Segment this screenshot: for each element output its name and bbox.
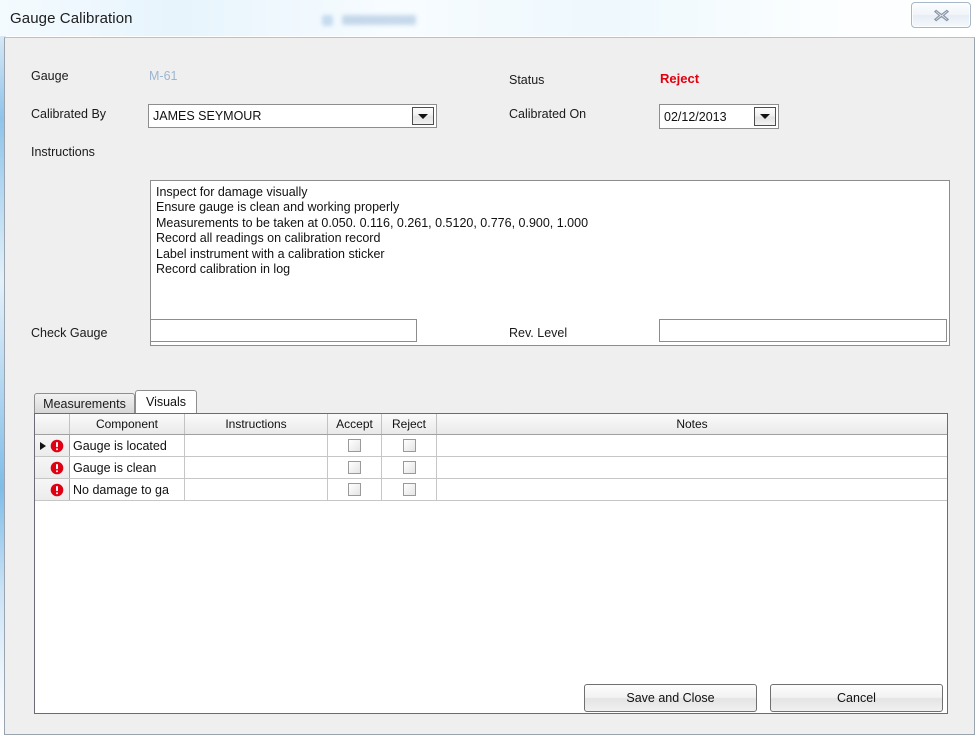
- tab-strip: Measurements Visuals: [34, 390, 948, 413]
- tab-measurements[interactable]: Measurements: [34, 393, 135, 413]
- grid-header-notes[interactable]: Notes: [437, 414, 947, 434]
- cell-reject[interactable]: [382, 479, 437, 500]
- error-icon: [50, 439, 64, 452]
- cell-notes[interactable]: [437, 435, 947, 456]
- cancel-label: Cancel: [837, 691, 876, 705]
- cell-component[interactable]: Gauge is clean: [70, 457, 185, 478]
- accept-checkbox[interactable]: [348, 439, 361, 452]
- cell-reject[interactable]: [382, 435, 437, 456]
- cell-reject[interactable]: [382, 457, 437, 478]
- cell-accept[interactable]: [328, 457, 382, 478]
- error-icon: [50, 461, 64, 474]
- row-selector-cell[interactable]: [35, 479, 70, 500]
- gauge-value: M-61: [149, 69, 178, 83]
- table-row[interactable]: No damage to ga: [35, 479, 947, 501]
- cell-instructions[interactable]: [185, 479, 328, 500]
- current-row-caret-icon: [40, 441, 46, 450]
- close-button[interactable]: [911, 2, 971, 28]
- calibrated-by-value: JAMES SEYMOUR: [153, 109, 262, 123]
- tab-visuals[interactable]: Visuals: [135, 390, 197, 413]
- accept-checkbox[interactable]: [348, 461, 361, 474]
- cell-component[interactable]: Gauge is located: [70, 435, 185, 456]
- gauge-label: Gauge: [31, 69, 69, 83]
- instructions-label: Instructions: [31, 145, 95, 159]
- calibrated-by-label: Calibrated By: [31, 107, 107, 121]
- instructions-line: Label instrument with a calibration stic…: [156, 246, 385, 261]
- dialog-title-bar: Gauge Calibration: [0, 0, 979, 37]
- rev-level-label: Rev. Level: [509, 326, 568, 340]
- cell-instructions[interactable]: [185, 435, 328, 456]
- dialog-body: Gauge M-61 Calibrated By JAMES SEYMOUR S…: [4, 37, 975, 735]
- grid-header-reject[interactable]: Reject: [382, 414, 437, 434]
- cell-instructions[interactable]: [185, 457, 328, 478]
- tab-measurements-label: Measurements: [43, 396, 126, 411]
- calibrated-by-combo[interactable]: JAMES SEYMOUR: [148, 104, 437, 128]
- cancel-button[interactable]: Cancel: [770, 684, 943, 712]
- close-icon: [933, 9, 949, 21]
- grid-header-component[interactable]: Component: [70, 414, 185, 434]
- calibrated-on-label: Calibrated On: [509, 107, 587, 121]
- grid-header-instructions[interactable]: Instructions: [185, 414, 328, 434]
- row-selector-cell[interactable]: [35, 457, 70, 478]
- check-gauge-label: Check Gauge: [31, 326, 108, 340]
- grid-header-accept[interactable]: Accept: [328, 414, 382, 434]
- table-row[interactable]: Gauge is clean: [35, 457, 947, 479]
- calibrated-on-datepicker[interactable]: 02/12/2013: [659, 104, 779, 129]
- gauge-calibration-dialog: Gauge Calibration Gauge M-61 Calibrated …: [0, 0, 979, 739]
- chevron-down-icon: [760, 114, 770, 119]
- table-row[interactable]: Gauge is located: [35, 435, 947, 457]
- grid-header-row: Component Instructions Accept Reject Not…: [35, 414, 947, 435]
- instructions-line: Record all readings on calibration recor…: [156, 231, 381, 246]
- rev-level-input[interactable]: [659, 319, 947, 342]
- tab-visuals-label: Visuals: [145, 395, 187, 409]
- reject-checkbox[interactable]: [402, 483, 416, 496]
- save-and-close-button[interactable]: Save and Close: [584, 684, 757, 712]
- calibrated-on-value: 02/12/2013: [664, 109, 727, 124]
- chevron-down-icon: [418, 113, 428, 119]
- grid-header-rowselector: [35, 414, 70, 434]
- instructions-line: Inspect for damage visually: [156, 185, 308, 199]
- reject-checkbox[interactable]: [402, 461, 416, 474]
- cell-component[interactable]: No damage to ga: [70, 479, 185, 500]
- window-title: Gauge Calibration: [10, 10, 133, 27]
- status-label: Status: [509, 73, 545, 87]
- status-badge: Reject: [660, 71, 700, 86]
- instructions-line: Ensure gauge is clean and working proper…: [156, 200, 400, 215]
- cell-accept[interactable]: [328, 435, 382, 456]
- calibrated-by-dropdown-button[interactable]: [412, 107, 434, 125]
- cell-notes[interactable]: [437, 457, 947, 478]
- instructions-line: Measurements to be taken at 0.050. 0.116…: [156, 215, 589, 230]
- instructions-line: Record calibration in log: [156, 262, 291, 277]
- accept-checkbox[interactable]: [348, 483, 361, 496]
- check-gauge-input[interactable]: [150, 319, 417, 342]
- save-and-close-label: Save and Close: [626, 691, 715, 705]
- cell-accept[interactable]: [328, 479, 382, 500]
- cell-notes[interactable]: [437, 479, 947, 500]
- calibrated-on-dropdown-button[interactable]: [754, 107, 776, 126]
- visuals-data-grid[interactable]: Component Instructions Accept Reject Not…: [34, 413, 948, 714]
- reject-checkbox[interactable]: [402, 439, 416, 452]
- error-icon: [50, 483, 64, 496]
- row-selector-cell[interactable]: [35, 435, 70, 456]
